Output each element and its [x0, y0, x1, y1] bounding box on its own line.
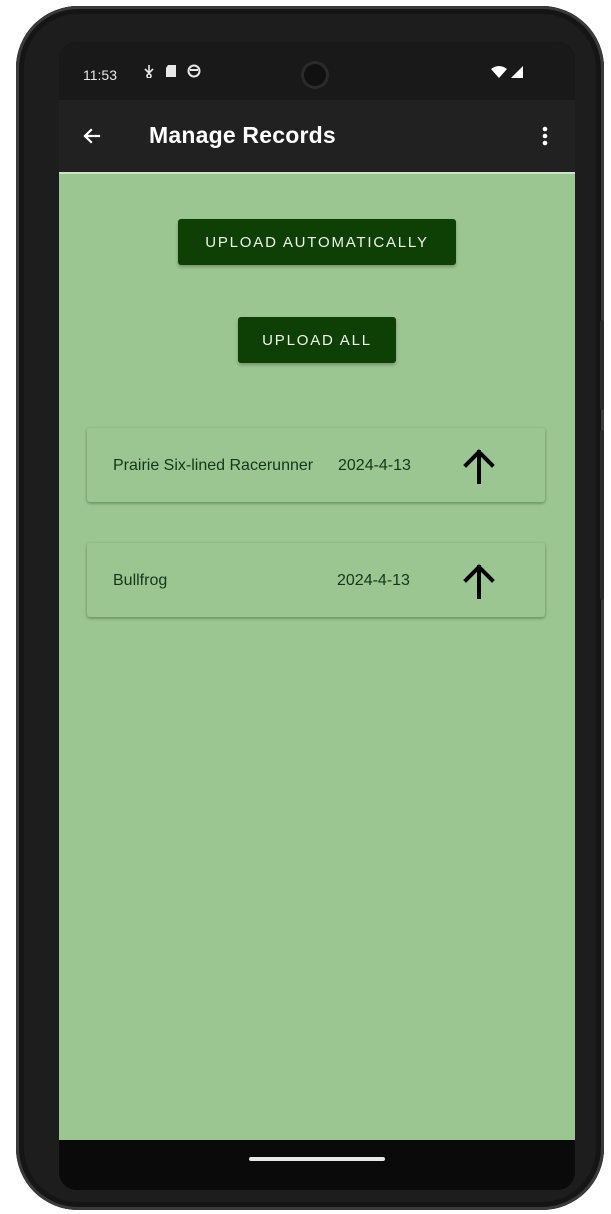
signal-icon: [511, 65, 523, 83]
arrow-back-icon[interactable]: [77, 120, 109, 152]
record-card: Bullfrog 2024-4-13: [87, 543, 545, 617]
status-icons: [143, 64, 201, 83]
arrow-upward-icon[interactable]: [459, 446, 499, 486]
upload-automatically-button[interactable]: UPLOAD AUTOMATICALLY: [178, 219, 456, 265]
page-title: Manage Records: [149, 122, 336, 148]
status-bar: 11:53: [59, 42, 575, 100]
navigation-bar: [59, 1140, 575, 1190]
sync-icon: [187, 64, 201, 83]
record-date: 2024-4-13: [337, 572, 410, 589]
wifi-icon: [491, 65, 507, 83]
usb-icon: [143, 64, 155, 83]
record-card: Prairie Six-lined Racerunner 2024-4-13: [87, 428, 545, 502]
sd-card-icon: [165, 64, 177, 83]
power-button: [600, 320, 604, 410]
device-screen: 11:53 Manage Records UPLOAD AUTOMATICALL…: [59, 42, 575, 1190]
more-vert-icon[interactable]: [533, 120, 557, 152]
front-camera: [301, 61, 329, 89]
arrow-upward-icon[interactable]: [459, 561, 499, 601]
record-date: 2024-4-13: [338, 457, 411, 474]
record-name: Bullfrog: [113, 572, 168, 589]
upload-all-button[interactable]: UPLOAD ALL: [238, 317, 396, 363]
app-bar: Manage Records: [59, 100, 575, 172]
record-name: Prairie Six-lined Racerunner: [113, 457, 314, 474]
system-indicators: [491, 65, 523, 83]
volume-button: [600, 430, 604, 600]
status-time: 11:53: [83, 67, 117, 83]
home-gesture-bar[interactable]: [249, 1157, 385, 1161]
records-content: UPLOAD AUTOMATICALLY UPLOAD ALL Prairie …: [59, 172, 575, 1142]
